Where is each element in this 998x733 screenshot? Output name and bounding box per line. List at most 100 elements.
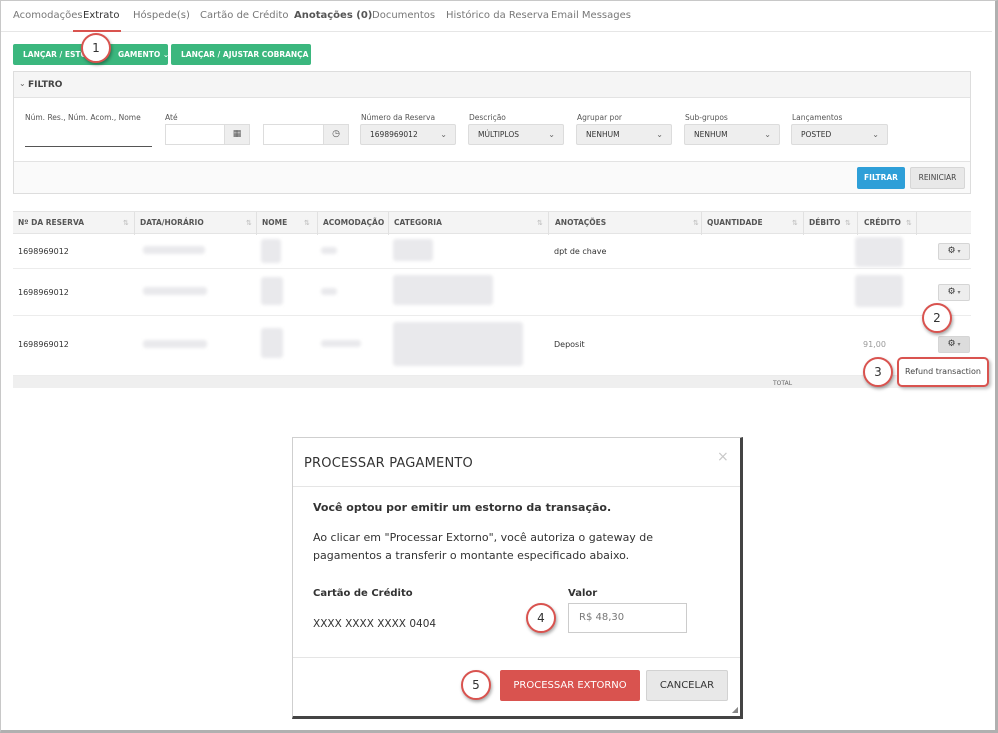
th-nome[interactable]: NOME [262, 218, 287, 227]
refund-transaction-menu-item[interactable]: Refund transaction [897, 357, 989, 387]
tab-hospedes[interactable]: Hóspede(s) [133, 10, 190, 21]
redacted-cell [143, 340, 207, 348]
callout-badge: 1 [81, 33, 111, 63]
row-actions-button[interactable]: ⚙ ▾ [938, 243, 970, 260]
cell-reserva: 1698969012 [18, 247, 69, 256]
lancar-ajustar-label: LANÇAR / AJUSTAR COBRANÇA [181, 50, 309, 59]
column-divider [256, 212, 257, 235]
table-row: 1698969012 dpt de chave ⚙ ▾ [13, 234, 971, 269]
sort-icon[interactable]: ⇅ [693, 219, 699, 227]
agrupar-label: Agrupar por [577, 113, 622, 122]
th-credito[interactable]: CRÉDITO [864, 218, 901, 227]
sort-icon[interactable]: ⇅ [304, 219, 310, 227]
redacted-cell [393, 239, 433, 261]
reiniciar-button[interactable]: REINICIAR [910, 167, 965, 189]
callout-badge: 5 [461, 670, 491, 700]
caret-down-icon: ▾ [957, 248, 961, 255]
cell-anotacoes: Deposit [554, 340, 585, 349]
chevron-down-icon: ⌄ [19, 79, 26, 88]
divider [293, 486, 740, 487]
row-actions-button[interactable]: ⚙ ▾ [938, 284, 970, 301]
resize-handle-icon[interactable]: ◢ [732, 705, 738, 714]
callout-badge: 2 [922, 303, 952, 333]
sort-icon[interactable]: ⇅ [845, 219, 851, 227]
caret-down-icon: ▾ [957, 341, 961, 348]
lancamentos-select[interactable]: POSTED ⌄ [791, 124, 888, 145]
reserva-label: Número da Reserva [361, 113, 436, 122]
cell-credito: 91,00 [863, 340, 886, 349]
redacted-cell [261, 328, 283, 358]
sort-icon[interactable]: ⇅ [123, 219, 129, 227]
card-value: XXXX XXXX XXXX 0404 [313, 618, 437, 630]
chevron-down-icon: ⌄ [656, 130, 663, 139]
ate-label: Até [165, 113, 178, 122]
search-input[interactable] [25, 146, 152, 147]
subgrupos-label: Sub-grupos [685, 113, 728, 122]
redacted-cell [393, 322, 523, 366]
th-reserva[interactable]: Nº DA RESERVA [18, 218, 84, 227]
chevron-down-icon: ⌄ [872, 130, 879, 139]
table-footer [13, 376, 971, 388]
chevron-down-icon: ⌄ [162, 50, 170, 59]
sort-icon[interactable]: ⇅ [537, 219, 543, 227]
sort-icon[interactable]: ⇅ [906, 219, 912, 227]
sort-icon[interactable]: ⇅ [792, 219, 798, 227]
filter-header[interactable]: ⌄ FILTRO [14, 72, 970, 98]
tab-historico-da-reserva[interactable]: Histórico da Reserva [446, 10, 549, 21]
subgrupos-select-value: NENHUM [694, 130, 728, 139]
tab-bar: Acomodações Extrato Hóspede(s) Cartão de… [0, 0, 992, 32]
card-label: Cartão de Crédito [313, 588, 413, 599]
redacted-cell [143, 287, 207, 295]
redacted-cell [261, 239, 281, 263]
gear-icon: ⚙ [947, 339, 956, 349]
valor-input[interactable]: R$ 48,30 [568, 603, 687, 633]
sort-icon[interactable]: ⇅ [246, 219, 252, 227]
subgrupos-select[interactable]: NENHUM ⌄ [684, 124, 780, 145]
cancelar-button[interactable]: CANCELAR [646, 670, 728, 701]
cell-anotacoes: dpt de chave [554, 247, 607, 256]
column-divider [916, 212, 917, 235]
filter-panel: ⌄ FILTRO Núm. Res., Núm. Acom., Nome Até… [13, 71, 971, 194]
clock-icon[interactable]: ◷ [323, 124, 349, 145]
agrupar-select[interactable]: NENHUM ⌄ [576, 124, 672, 145]
lancamentos-select-value: POSTED [801, 130, 832, 139]
tab-extrato[interactable]: Extrato [83, 10, 119, 21]
th-categoria[interactable]: CATEGORIA [394, 218, 442, 227]
column-divider [701, 212, 702, 235]
tab-anotacoes[interactable]: Anotações (0) [294, 10, 372, 21]
tab-acomodacoes[interactable]: Acomodações [13, 10, 83, 21]
table-row: 1698969012 Deposit 91,00 ⚙ ▾ [13, 316, 971, 376]
row-actions-button[interactable]: ⚙ ▾ [938, 336, 970, 353]
lancar-ajustar-cobranca-button[interactable]: LANÇAR / AJUSTAR COBRANÇA ⌄ [171, 44, 317, 65]
th-data-horario[interactable]: DATA/HORÁRIO [140, 218, 204, 227]
cell-reserva: 1698969012 [18, 288, 69, 297]
tab-documentos[interactable]: Documentos [372, 10, 435, 21]
lancar-estornar-label: LANÇAR / ESTO [23, 50, 87, 59]
redacted-cell [321, 288, 337, 295]
th-acomodacao[interactable]: ACOMODAÇÃO [323, 218, 384, 227]
callout-badge: 4 [526, 603, 556, 633]
reserva-select[interactable]: 1698969012 ⌄ [360, 124, 456, 145]
processar-pagamento-modal: PROCESSAR PAGAMENTO × Você optou por emi… [292, 437, 743, 719]
table-row: 1698969012 ⚙ ▾ [13, 269, 971, 316]
calendar-icon[interactable]: ▦ [224, 124, 250, 145]
close-icon[interactable]: × [717, 449, 729, 465]
chevron-down-icon: ⌄ [548, 130, 555, 139]
tab-cartao-de-credito[interactable]: Cartão de Crédito [200, 10, 288, 21]
descricao-select[interactable]: MÚLTIPLOS ⌄ [468, 124, 564, 145]
th-quantidade[interactable]: QUANTIDADE [707, 218, 763, 227]
date-from-input[interactable] [165, 124, 225, 145]
filtrar-button[interactable]: FILTRAR [857, 167, 905, 189]
column-divider [134, 212, 135, 235]
reserva-select-value: 1698969012 [370, 130, 418, 139]
th-anotacoes[interactable]: ANOTAÇÕES [555, 218, 606, 227]
chevron-down-icon: ⌄ [311, 50, 318, 59]
total-label: TOTAL [773, 380, 793, 387]
tab-email-messages[interactable]: Email Messages [551, 10, 631, 21]
column-divider [803, 212, 804, 235]
descricao-select-value: MÚLTIPLOS [478, 130, 519, 139]
th-debito[interactable]: DÉBITO [809, 218, 840, 227]
time-input[interactable] [263, 124, 324, 145]
redacted-cell [261, 277, 283, 305]
processar-extorno-button[interactable]: PROCESSAR EXTORNO [500, 670, 640, 701]
